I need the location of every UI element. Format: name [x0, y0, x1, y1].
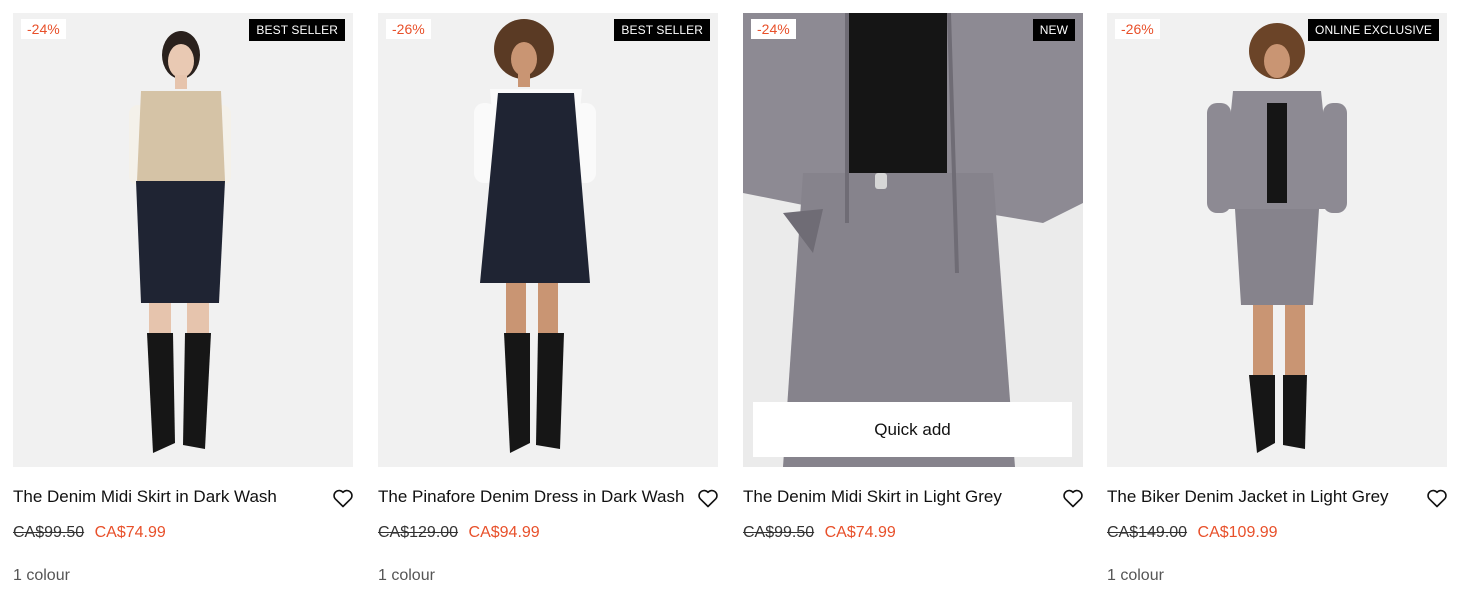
price-row: CA$99.50 CA$74.99 [743, 522, 896, 544]
original-price: CA$129.00 [378, 524, 459, 541]
discount-tag: -24% [751, 19, 796, 39]
price-row: CA$129.00 CA$94.99 [378, 522, 540, 544]
discount-tag: -24% [21, 19, 66, 39]
heart-outline-icon[interactable] [1425, 486, 1449, 510]
product-image[interactable]: -26% BEST SELLER [378, 13, 718, 467]
price-row: CA$149.00 CA$109.99 [1107, 522, 1278, 544]
product-card: -24% NEW Quick add The Denim Midi Skirt … [743, 13, 1083, 592]
original-price: CA$99.50 [743, 524, 815, 541]
product-title[interactable]: The Biker Denim Jacket in Light Grey [1107, 486, 1417, 508]
product-image[interactable]: -24% BEST SELLER [13, 13, 353, 467]
original-price: CA$99.50 [13, 524, 85, 541]
product-title[interactable]: The Denim Midi Skirt in Light Grey [743, 486, 1053, 508]
heart-outline-icon[interactable] [331, 486, 355, 510]
heart-outline-icon[interactable] [1061, 486, 1085, 510]
product-title[interactable]: The Denim Midi Skirt in Dark Wash [13, 486, 323, 508]
heart-outline-icon[interactable] [696, 486, 720, 510]
original-price: CA$149.00 [1107, 524, 1188, 541]
product-grid: -24% BEST SELLER The Denim Midi Skirt in… [0, 0, 1472, 592]
product-card: -24% BEST SELLER The Denim Midi Skirt in… [13, 13, 353, 592]
colour-count[interactable]: 1 colour [1107, 565, 1164, 587]
sale-price: CA$109.99 [1197, 524, 1278, 541]
quick-add-button[interactable]: Quick add [753, 402, 1072, 457]
best-seller-badge: BEST SELLER [614, 19, 710, 41]
model-photo [1107, 13, 1447, 467]
discount-tag: -26% [386, 19, 431, 39]
discount-tag: -26% [1115, 19, 1160, 39]
model-photo [743, 13, 1083, 467]
product-title[interactable]: The Pinafore Denim Dress in Dark Wash [378, 486, 688, 508]
price-row: CA$99.50 CA$74.99 [13, 522, 166, 544]
product-card: -26% ONLINE EXCLUSIVE The Biker Denim Ja… [1107, 13, 1447, 592]
colour-count[interactable]: 1 colour [378, 565, 435, 587]
sale-price: CA$94.99 [468, 524, 540, 541]
online-exclusive-badge: ONLINE EXCLUSIVE [1308, 19, 1439, 41]
best-seller-badge: BEST SELLER [249, 19, 345, 41]
model-photo [13, 13, 353, 467]
new-badge: NEW [1032, 19, 1075, 41]
model-photo [378, 13, 718, 467]
sale-price: CA$74.99 [824, 524, 896, 541]
product-card: -26% BEST SELLER The Pinafore Denim Dres… [378, 13, 718, 592]
colour-count[interactable]: 1 colour [13, 565, 70, 587]
sale-price: CA$74.99 [94, 524, 166, 541]
product-image[interactable]: -24% NEW Quick add [743, 13, 1083, 467]
product-image[interactable]: -26% ONLINE EXCLUSIVE [1107, 13, 1447, 467]
